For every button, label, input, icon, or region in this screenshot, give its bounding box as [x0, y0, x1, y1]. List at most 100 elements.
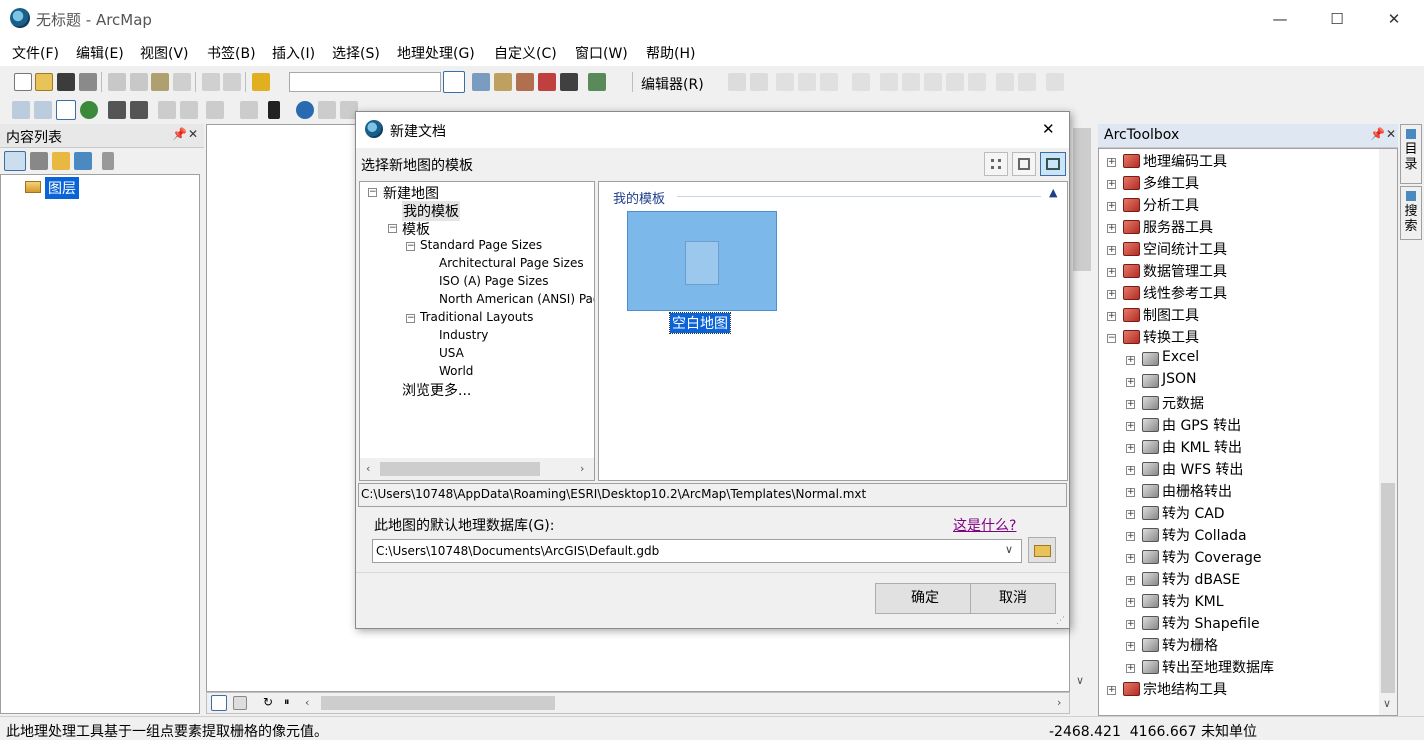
expand-icon[interactable]: +: [1126, 510, 1135, 519]
expand-icon[interactable]: +: [1126, 598, 1135, 607]
toolbox-item[interactable]: 多维工具: [1143, 173, 1199, 193]
cut-icon[interactable]: [108, 73, 126, 91]
layers-node[interactable]: 图层: [45, 177, 79, 199]
delete-icon[interactable]: [173, 73, 191, 91]
hyperlink-icon[interactable]: [318, 101, 336, 119]
menu-customize[interactable]: 自定义(C): [494, 43, 557, 63]
arctoolbox-close-icon[interactable]: ✕: [1386, 127, 1396, 141]
toolset-item[interactable]: 由 GPS 转出: [1162, 415, 1241, 435]
copy-icon[interactable]: [130, 73, 148, 91]
new-document-icon[interactable]: [14, 73, 32, 91]
dialog-close-icon[interactable]: ✕: [1042, 120, 1055, 138]
collapse-icon[interactable]: −: [368, 188, 377, 197]
expand-icon[interactable]: +: [1107, 224, 1116, 233]
toolset-item[interactable]: 由 WFS 转出: [1162, 459, 1243, 479]
expand-icon[interactable]: +: [1126, 576, 1135, 585]
forward-extent-icon[interactable]: [180, 101, 198, 119]
expand-icon[interactable]: +: [1107, 246, 1116, 255]
menu-bookmarks[interactable]: 书签(B): [207, 43, 256, 63]
gdb-combo[interactable]: C:\Users\10748\Documents\ArcGIS\Default.…: [372, 539, 1022, 563]
toolbox-item[interactable]: 制图工具: [1143, 305, 1199, 325]
clear-selection-icon[interactable]: [240, 101, 258, 119]
toc-close-icon[interactable]: ✕: [188, 127, 198, 141]
layout-view-icon[interactable]: [233, 696, 247, 710]
tree-scroll-left-icon[interactable]: ‹: [366, 462, 370, 475]
pan-icon[interactable]: [56, 100, 76, 120]
browse-gdb-button[interactable]: [1028, 537, 1056, 563]
toolset-item[interactable]: JSON: [1162, 371, 1197, 387]
tree-traditional-layouts[interactable]: Traditional Layouts: [420, 310, 533, 324]
scroll-left-icon[interactable]: ‹: [305, 696, 309, 709]
list-by-source-icon[interactable]: [30, 152, 48, 170]
expand-icon[interactable]: +: [1126, 378, 1135, 387]
tree-new-map[interactable]: 新建地图: [383, 183, 439, 203]
section-collapse-icon[interactable]: ▲: [1049, 186, 1057, 199]
pin-icon[interactable]: 📌: [172, 127, 187, 141]
rotate-icon[interactable]: [946, 73, 964, 91]
list-view-icon[interactable]: [1012, 152, 1036, 176]
toolset-item[interactable]: 转为 dBASE: [1162, 569, 1240, 589]
edit-vertices-icon[interactable]: [852, 73, 870, 91]
expand-icon[interactable]: +: [1107, 686, 1116, 695]
toolbox-item[interactable]: 转换工具: [1143, 327, 1199, 347]
map-hscroll-thumb[interactable]: [321, 696, 555, 710]
scroll-right-icon[interactable]: ›: [1057, 696, 1061, 709]
fixed-zoom-in-icon[interactable]: [108, 101, 126, 119]
tree-architectural[interactable]: Architectural Page Sizes: [439, 256, 584, 270]
menu-insert[interactable]: 插入(I): [272, 43, 315, 63]
toolbox-item[interactable]: 线性参考工具: [1143, 283, 1227, 303]
menu-edit[interactable]: 编辑(E): [76, 43, 124, 63]
scale-combo[interactable]: [289, 72, 441, 92]
arctoolbox-pin-icon[interactable]: 📌: [1370, 127, 1385, 141]
model-builder-icon[interactable]: [588, 73, 606, 91]
print-icon[interactable]: [79, 73, 97, 91]
catalog-window-icon[interactable]: [494, 73, 512, 91]
sketch-icon[interactable]: [968, 73, 986, 91]
tree-browse-more[interactable]: 浏览更多...: [402, 380, 471, 400]
toolbox-item[interactable]: 分析工具: [1143, 195, 1199, 215]
tree-templates[interactable]: 模板: [402, 219, 430, 239]
expand-icon[interactable]: +: [1126, 444, 1135, 453]
menu-geoprocessing[interactable]: 地理处理(G): [397, 43, 475, 63]
close-button[interactable]: ✕: [1371, 6, 1417, 32]
toolset-item[interactable]: 转为栅格: [1162, 635, 1218, 655]
expand-icon[interactable]: +: [1107, 268, 1116, 277]
tree-my-templates[interactable]: 我的模板: [402, 201, 460, 221]
tree-scroll-right-icon[interactable]: ›: [580, 462, 584, 475]
menu-help[interactable]: 帮助(H): [646, 43, 695, 63]
paste-icon[interactable]: [151, 73, 169, 91]
toolset-item[interactable]: 转为 KML: [1162, 591, 1224, 611]
toolbox-item[interactable]: 地理编码工具: [1143, 151, 1227, 171]
expand-icon[interactable]: +: [1126, 356, 1135, 365]
template-label[interactable]: 空白地图: [669, 312, 731, 334]
expand-icon[interactable]: +: [1126, 488, 1135, 497]
create-features-icon[interactable]: [1046, 73, 1064, 91]
toolset-item[interactable]: 由栅格转出: [1162, 481, 1232, 501]
ok-button[interactable]: 确定: [875, 583, 975, 614]
search-side-tab[interactable]: 搜索: [1400, 186, 1422, 240]
list-by-visibility-icon[interactable]: [52, 152, 70, 170]
identify-icon[interactable]: [296, 101, 314, 119]
collapse-icon[interactable]: −: [406, 314, 415, 323]
collapse-icon[interactable]: −: [1107, 334, 1116, 343]
toolset-item[interactable]: Excel: [1162, 349, 1199, 365]
tree-north-american[interactable]: North American (ANSI) Page Sizes: [439, 292, 594, 306]
attributes-icon[interactable]: [996, 73, 1014, 91]
scroll-down-icon[interactable]: ∨: [1076, 674, 1084, 687]
chevron-down-icon[interactable]: ∨: [1005, 543, 1013, 556]
select-elements-icon[interactable]: [268, 101, 280, 119]
menu-windows[interactable]: 窗口(W): [575, 43, 628, 63]
toolset-item[interactable]: 元数据: [1162, 393, 1204, 413]
tree-hscrollbar[interactable]: ‹ ›: [360, 458, 594, 480]
expand-icon[interactable]: +: [1107, 158, 1116, 167]
reshape-icon[interactable]: [880, 73, 898, 91]
split-icon[interactable]: [924, 73, 942, 91]
toolset-item[interactable]: 由 KML 转出: [1162, 437, 1242, 457]
cancel-button[interactable]: 取消: [970, 583, 1056, 614]
expand-icon[interactable]: +: [1107, 312, 1116, 321]
toolset-item[interactable]: 转出至地理数据库: [1162, 657, 1274, 677]
expand-icon[interactable]: +: [1107, 202, 1116, 211]
expand-icon[interactable]: +: [1126, 400, 1135, 409]
menu-selection[interactable]: 选择(S): [332, 43, 380, 63]
select-features-icon[interactable]: [206, 101, 224, 119]
